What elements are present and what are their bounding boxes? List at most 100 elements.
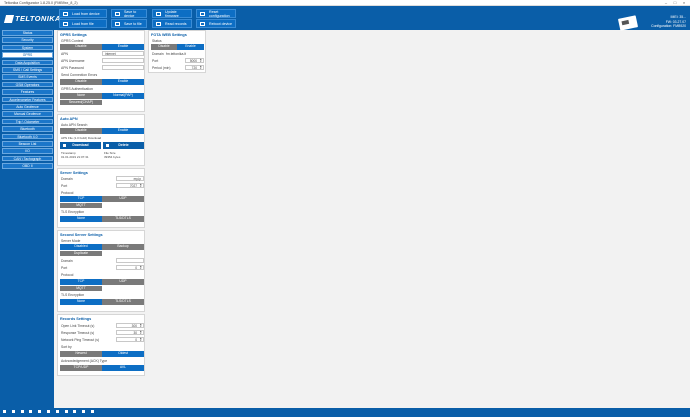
update-firmware-button[interactable]: Update firmware [152,9,192,18]
spin-arrows-icon[interactable]: ▲ ▼ [140,330,142,335]
spin-arrows-icon[interactable]: ▲ ▼ [200,65,202,70]
gprs-context-disable-button[interactable]: Disable [60,44,102,50]
fota-settings-panel: FOTA WEB Settings Status Disable Enable … [148,30,206,73]
second-tcp-button[interactable]: TCP [60,279,102,285]
spin-arrows-icon[interactable]: ▲ ▼ [140,323,142,328]
app-icon[interactable] [29,410,33,413]
auto-apn-disable-button[interactable]: Disable [60,128,102,134]
records-title: Records Settings [60,317,92,321]
response-timeout-label: Response Timeout (s) [61,331,95,335]
second-domain-input[interactable] [116,258,144,263]
server-domain-input[interactable]: my.ip [116,176,144,181]
sidebar-item-data-acquisition[interactable]: Data Acquisition [2,59,53,66]
fota-disable-button[interactable]: Disable [151,44,177,50]
spin-arrows-icon[interactable]: ▲ ▼ [140,265,142,270]
sidebar-item-can-tachograph[interactable]: CAN \ Tachograph [2,155,53,162]
reboot-device-button[interactable]: Reboot device [196,19,236,28]
second-server-title: Second Server Settings [60,233,103,237]
apn-password-input[interactable] [102,65,144,70]
sidebar-item-trip-odometer[interactable]: Trip \ Odometer [2,118,53,125]
sidebar-item-sms-call[interactable]: SMS \ Call Settings [2,67,53,73]
app-icon[interactable] [64,410,68,413]
sidebar-item-manual-geofence[interactable]: Manual Geofence [2,111,53,117]
spin-arrows-icon[interactable]: ▲ ▼ [200,58,202,63]
sidebar-item-security[interactable]: Security [2,37,53,43]
app-icon[interactable] [90,410,94,413]
sidebar-item-bluetooth[interactable]: Bluetooth [2,126,53,132]
sidebar-item-beacon-list[interactable]: Beacon List [2,141,53,147]
second-tls-dtls-button[interactable]: TLS/DTLS [102,299,144,305]
ack-tcpudp-button[interactable]: TCP/UDP [60,365,102,371]
button-label: Download [72,143,89,147]
delete-button[interactable]: Delete [103,142,144,149]
download-button[interactable]: Download [60,142,101,149]
auto-apn-enable-button[interactable]: Enable [102,128,144,134]
ping-timeout-value: 0 [135,338,137,342]
sidebar-item-gprs[interactable]: GPRS [2,52,53,58]
app-icon[interactable] [46,410,50,413]
app-icon[interactable] [73,410,77,413]
logo-text: TELTONIKA [15,14,61,23]
app-icon[interactable] [38,410,42,413]
taskbar [0,408,690,417]
mode-duplicate-button[interactable]: Duplicate [60,250,102,257]
spin-arrows-icon[interactable]: ▲ ▼ [140,337,142,342]
protocol-tcp-button[interactable]: TCP [60,196,102,202]
tls-dtls-button[interactable]: TLS/DTLS [102,216,144,222]
save-to-file-button[interactable]: Save to file [111,19,147,28]
auth-secured-button[interactable]: Secured(CHAP) [60,99,102,106]
fota-enable-button[interactable]: Enable [177,44,204,50]
save-to-device-button[interactable]: Save to device [111,9,147,18]
protocol-udp-button[interactable]: UDP [102,196,144,202]
sidebar-item-gsm-operators[interactable]: GSM Operators [2,81,53,88]
search-icon[interactable] [11,410,15,413]
ack-avl-button[interactable]: AVL [102,365,144,371]
task-view-icon[interactable] [20,410,24,413]
load-from-file-button[interactable]: Load from file [59,19,107,28]
protocol-mqtt-button[interactable]: MQTT [60,202,102,209]
server-port-value: 7027 [129,184,137,188]
sidebar-item-bluetooth-4[interactable]: Bluetooth 4.0 [2,133,53,140]
gprs-context-enable-button[interactable]: Enable [102,44,144,50]
fota-period-input[interactable]: 720 ▲ ▼ [185,65,204,70]
sidebar-item-auto-geofence[interactable]: Auto Geofence [2,104,53,110]
app-icon[interactable] [82,410,86,413]
send-errors-disable-button[interactable]: Disable [60,79,102,85]
sidebar-item-accelerometer[interactable]: Accelerometer Features [2,96,53,103]
read-records-button[interactable]: Read records [152,19,192,28]
auth-normal-button[interactable]: Normal(PAP) [102,93,144,99]
device-configuration: Configuration: FMB920 [651,24,686,29]
second-port-input[interactable]: 0 ▲ ▼ [116,265,144,270]
spin-arrows-icon[interactable]: ▲ ▼ [140,183,142,188]
second-mqtt-button[interactable]: MQTT [60,285,102,292]
apn-input[interactable]: internet [102,51,144,56]
second-tls-none-button[interactable]: None [60,299,102,305]
apn-username-input[interactable] [102,58,144,63]
ping-timeout-input[interactable]: 0 ▲ ▼ [116,337,144,342]
open-link-input[interactable]: 300 ▲ ▼ [116,323,144,328]
start-icon[interactable] [3,410,6,413]
protocol-label: Protocol [61,191,74,195]
sidebar-item-status[interactable]: Status [2,30,53,36]
load-from-device-button[interactable]: Load from device [59,9,107,18]
sidebar-item-obd2[interactable]: OBD II [2,163,53,169]
open-link-label: Open Link Timeout (s) [61,324,95,328]
sidebar-item-io[interactable]: I/O [2,148,53,154]
mode-backup-button[interactable]: Backup [102,244,144,250]
records-icon [156,22,161,26]
sidebar-item-sms-events[interactable]: SMS Events [2,74,53,80]
response-timeout-input[interactable]: 30 ▲ ▼ [116,330,144,335]
second-udp-button[interactable]: UDP [102,279,144,285]
auth-none-button[interactable]: None [60,93,102,99]
sidebar-item-features[interactable]: Features [2,89,53,95]
mode-disabled-button[interactable]: Disabled [60,244,102,250]
sort-oldest-button[interactable]: Oldest [102,351,144,357]
send-errors-enable-button[interactable]: Enable [102,79,144,85]
app-icon[interactable] [55,410,59,413]
server-port-input[interactable]: 7027 ▲ ▼ [116,183,144,188]
fota-port-input[interactable]: 5000 ▲ ▼ [185,58,204,63]
sort-newest-button[interactable]: Newest [60,351,102,357]
reset-configuration-button[interactable]: Reset configuration [196,9,236,18]
sidebar-item-system[interactable]: System [2,44,53,51]
tls-none-button[interactable]: None [60,216,102,222]
